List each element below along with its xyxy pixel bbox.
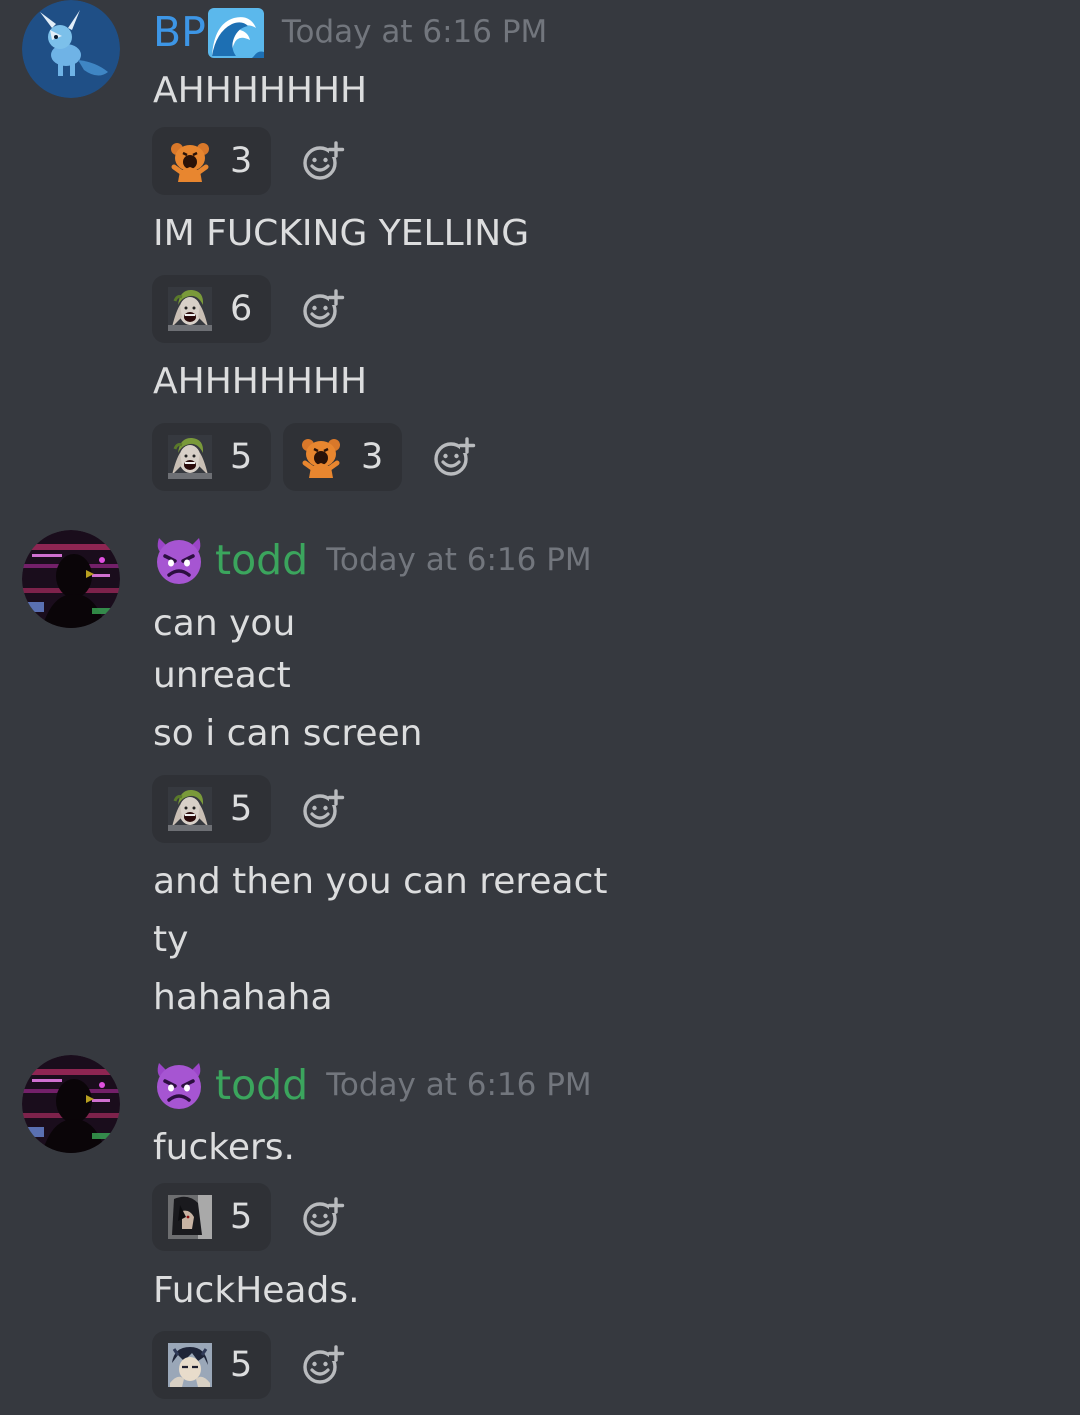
reaction-button[interactable]: 3 xyxy=(152,127,271,195)
timestamp[interactable]: Today at 6:16 PM xyxy=(326,542,591,578)
chat-messages: BP Today at 6:16 PM AHHHHHHH 3 IM FUCKIN… xyxy=(0,0,1080,1415)
message-text: fuckers. xyxy=(153,1127,295,1168)
avatar-todd[interactable] xyxy=(22,1055,120,1153)
message-text: unreact xyxy=(153,655,291,696)
reaction-count: 5 xyxy=(230,437,253,477)
reaction-row: 5 xyxy=(152,1331,345,1399)
message-text: so i can screen xyxy=(153,713,423,754)
message-text: hahahaha xyxy=(153,977,333,1018)
add-reaction-icon[interactable] xyxy=(301,139,345,183)
reaction-button[interactable]: 5 xyxy=(152,423,271,491)
reaction-button[interactable]: 5 xyxy=(152,775,271,843)
add-reaction-icon[interactable] xyxy=(301,787,345,831)
joker-laughing-emoji-icon xyxy=(168,435,212,479)
reaction-count: 3 xyxy=(361,437,384,477)
reaction-count: 5 xyxy=(230,1197,253,1237)
reaction-row: 6 xyxy=(152,275,345,343)
reaction-count: 6 xyxy=(230,289,253,329)
message-header: BP Today at 6:16 PM xyxy=(153,2,547,62)
message-text: can you xyxy=(153,603,296,644)
reaction-row: 5 xyxy=(152,1183,345,1251)
screaming-bear-emoji-icon xyxy=(168,139,212,183)
username[interactable]: BP xyxy=(153,11,206,53)
reaction-row: 5 xyxy=(152,775,345,843)
message-text: and then you can rereact xyxy=(153,861,608,902)
joker-laughing-emoji-icon xyxy=(168,287,212,331)
avatar-bp[interactable] xyxy=(22,0,120,98)
add-reaction-icon[interactable] xyxy=(432,435,476,479)
username[interactable]: todd xyxy=(215,539,308,581)
timestamp[interactable]: Today at 6:16 PM xyxy=(326,1067,591,1103)
message-text: ty xyxy=(153,919,189,960)
water-wave-emoji-icon xyxy=(207,8,264,58)
message-text: FuckHeads. xyxy=(153,1270,360,1311)
message-header: todd Today at 6:16 PM xyxy=(153,1055,592,1115)
add-reaction-icon[interactable] xyxy=(301,1343,345,1387)
reaction-count: 3 xyxy=(230,141,253,181)
anime-character-2-emoji-icon xyxy=(168,1343,212,1387)
reaction-count: 5 xyxy=(230,789,253,829)
avatar-todd[interactable] xyxy=(22,530,120,628)
message-header: todd Today at 6:16 PM xyxy=(153,530,592,590)
reaction-button[interactable]: 6 xyxy=(152,275,271,343)
message-text: AHHHHHHH xyxy=(153,70,368,111)
screaming-bear-emoji-icon xyxy=(299,435,343,479)
reaction-row: 3 xyxy=(152,127,345,195)
angry-devil-emoji-icon xyxy=(157,1063,201,1109)
add-reaction-icon[interactable] xyxy=(301,287,345,331)
reaction-count: 5 xyxy=(230,1345,253,1385)
reaction-button[interactable]: 5 xyxy=(152,1183,271,1251)
joker-laughing-emoji-icon xyxy=(168,787,212,831)
username[interactable]: todd xyxy=(215,1064,308,1106)
reaction-button[interactable]: 3 xyxy=(283,423,402,491)
reaction-button[interactable]: 5 xyxy=(152,1331,271,1399)
message-text: AHHHHHHH xyxy=(153,361,368,402)
anime-character-emoji-icon xyxy=(168,1195,212,1239)
angry-devil-emoji-icon xyxy=(157,538,201,584)
message-text: IM FUCKING YELLING xyxy=(153,213,530,254)
add-reaction-icon[interactable] xyxy=(301,1195,345,1239)
reaction-row: 5 3 xyxy=(152,423,476,491)
timestamp[interactable]: Today at 6:16 PM xyxy=(282,14,547,50)
